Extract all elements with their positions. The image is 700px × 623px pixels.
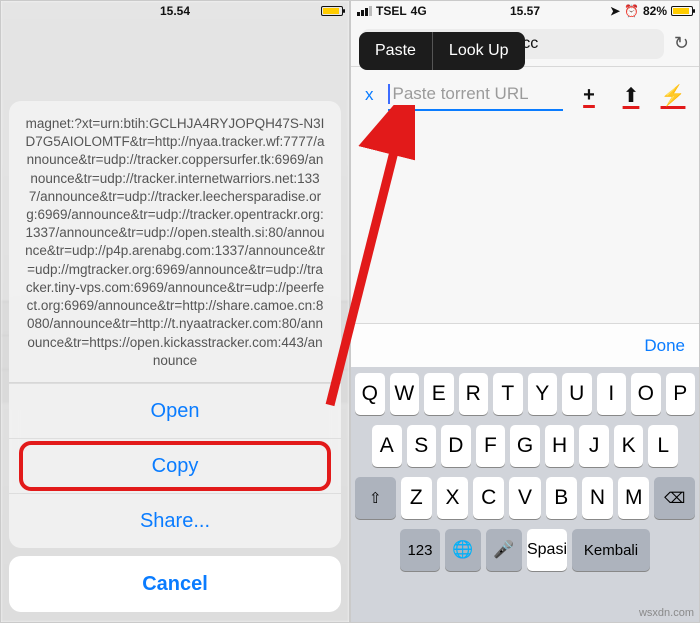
key-P[interactable]: P [666, 373, 696, 415]
key-H[interactable]: H [545, 425, 575, 467]
key-row-2: ASDFGHJKL [355, 425, 695, 467]
key-T[interactable]: T [493, 373, 523, 415]
key-G[interactable]: G [510, 425, 540, 467]
left-screenshot: TSEL 4G 15.54 ➤ ⏰ 83% magnet:?xt=urn:bti… [0, 0, 350, 623]
key-V[interactable]: V [509, 477, 540, 519]
globe-key[interactable]: 🌐 [445, 529, 481, 571]
status-bar: TSEL 4G 15.57 ➤ ⏰ 82% [351, 1, 699, 21]
numbers-key[interactable]: 123 [400, 529, 440, 571]
upload-icon[interactable]: ⬆ [615, 83, 647, 108]
key-J[interactable]: J [579, 425, 609, 467]
copy-button[interactable]: Copy [9, 438, 341, 493]
add-icon[interactable]: + [573, 84, 605, 107]
key-Y[interactable]: Y [528, 373, 558, 415]
key-⇧[interactable]: ⇧ [355, 477, 396, 519]
key-E[interactable]: E [424, 373, 454, 415]
key-R[interactable]: R [459, 373, 489, 415]
key-row-1: QWERTYUIOP [355, 373, 695, 415]
bolt-icon[interactable]: ⚡ [657, 83, 689, 108]
clear-button[interactable]: x [361, 85, 378, 105]
action-sheet: magnet:?xt=urn:btih:GCLHJA4RYJOPQH47S-N3… [9, 101, 341, 612]
key-C[interactable]: C [473, 477, 504, 519]
right-screenshot: TSEL 4G 15.57 ➤ ⏰ 82% eedr.cc ↻ Paste Lo… [350, 0, 700, 623]
key-M[interactable]: M [618, 477, 649, 519]
input-toolbar: x Paste torrent URL + ⬆ ⚡ [351, 79, 699, 117]
cancel-button[interactable]: Cancel [9, 556, 341, 612]
key-F[interactable]: F [476, 425, 506, 467]
key-S[interactable]: S [407, 425, 437, 467]
open-button[interactable]: Open [9, 383, 341, 438]
key-A[interactable]: A [372, 425, 402, 467]
mic-key[interactable]: 🎤 [486, 529, 522, 571]
share-button[interactable]: Share... [9, 493, 341, 548]
battery-icon [671, 6, 693, 16]
key-N[interactable]: N [582, 477, 613, 519]
return-key[interactable]: Kembali [572, 529, 650, 571]
placeholder-text: Paste torrent URL [393, 84, 529, 104]
torrent-url-input[interactable]: Paste torrent URL [388, 79, 564, 111]
clock: 15.54 [1, 4, 349, 18]
key-⌫[interactable]: ⌫ [654, 477, 695, 519]
clock: 15.57 [351, 4, 699, 18]
keyboard: QWERTYUIOP ASDFGHJKL ⇧ZXCVBNM⌫ 123 🌐 🎤 S… [351, 367, 699, 622]
key-row-4: 123 🌐 🎤 Spasi Kembali [355, 529, 695, 571]
key-B[interactable]: B [546, 477, 577, 519]
key-L[interactable]: L [648, 425, 678, 467]
watermark: wsxdn.com [639, 607, 694, 619]
battery-icon [321, 6, 343, 16]
magnet-link-text: magnet:?xt=urn:btih:GCLHJA4RYJOPQH47S-N3… [9, 101, 341, 383]
context-menu: Paste Look Up [359, 32, 525, 70]
key-D[interactable]: D [441, 425, 471, 467]
key-I[interactable]: I [597, 373, 627, 415]
key-K[interactable]: K [614, 425, 644, 467]
paste-button[interactable]: Paste [359, 32, 432, 70]
key-Z[interactable]: Z [401, 477, 432, 519]
key-X[interactable]: X [437, 477, 468, 519]
key-O[interactable]: O [631, 373, 661, 415]
key-W[interactable]: W [390, 373, 420, 415]
lookup-button[interactable]: Look Up [433, 32, 525, 70]
key-Q[interactable]: Q [355, 373, 385, 415]
key-U[interactable]: U [562, 373, 592, 415]
done-button[interactable]: Done [644, 336, 685, 356]
reload-icon[interactable]: ↻ [674, 33, 689, 54]
keyboard-accessory: Done [351, 323, 699, 367]
space-key[interactable]: Spasi [527, 529, 567, 571]
key-row-3: ⇧ZXCVBNM⌫ [355, 477, 695, 519]
